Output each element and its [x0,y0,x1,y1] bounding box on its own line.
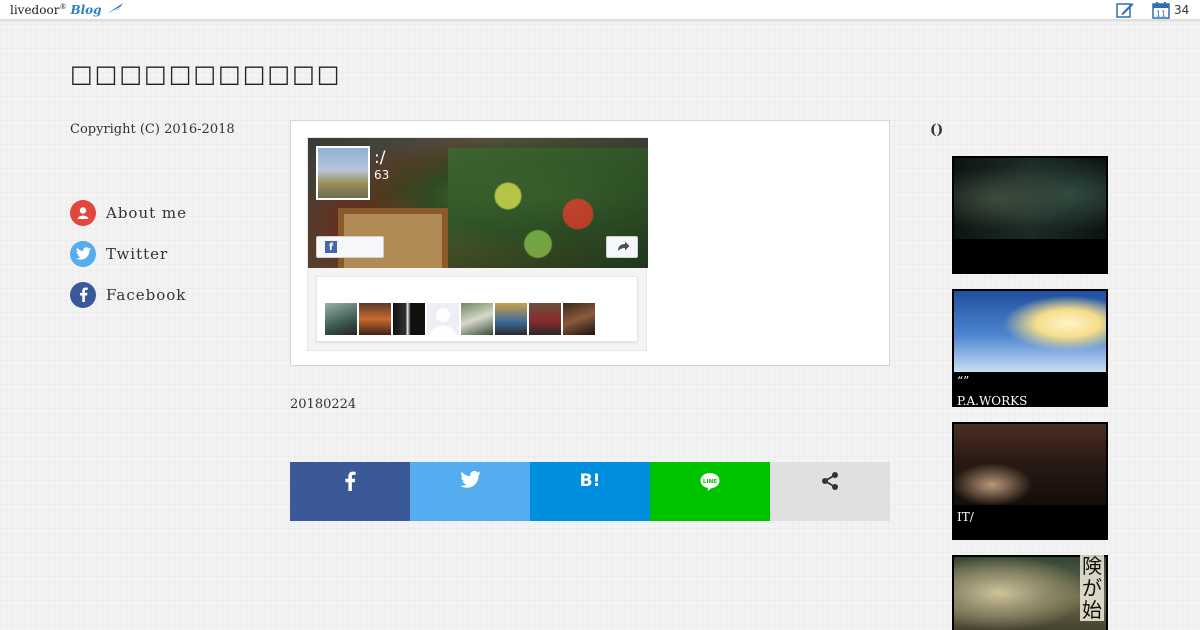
logo-suffix: Blog [70,3,102,17]
share-twitter-button[interactable] [410,462,530,521]
calendar-count: 34 [1174,3,1190,17]
livedoor-blog-logo[interactable]: livedoor® Blog [10,2,125,17]
person-icon [70,199,96,226]
edit-icon[interactable] [1116,2,1134,18]
article-caption-line2: P.A.WORKS [957,394,1028,407]
fan-avatar-default[interactable] [427,303,459,335]
facebook-link[interactable]: Facebook [70,281,187,308]
share-line-button[interactable]: LINE [650,462,770,521]
sidebar-article-1[interactable] [952,156,1108,274]
facebook-page-name[interactable]: :/ [374,148,385,168]
copyright-text: Copyright (C) 2016-2018 [70,122,235,137]
facebook-fans-faces [316,276,638,342]
facebook-like-button[interactable]: f [316,236,384,258]
facebook-like-count: 63 [374,168,390,182]
sidebar-article-2[interactable]: “” P.A.WORKS [952,289,1108,407]
top-bar: livedoor® Blog 11 34 [0,0,1200,20]
twitter-label: Twitter [106,244,169,263]
fan-avatar[interactable] [325,303,357,335]
share-more-button[interactable] [770,462,890,521]
article-thumbnail [954,291,1106,372]
facebook-page-avatar[interactable] [316,146,370,200]
profile-links: About me Twitter Facebook [70,199,187,322]
line-icon-text: LINE [703,479,717,485]
sidebar-heading: () [930,122,944,138]
share-facebook-button[interactable] [290,462,410,521]
facebook-label: Facebook [106,285,187,304]
twitter-bird-icon [459,471,481,488]
article-caption-line1: “” [957,374,970,388]
calendar-icon[interactable]: 11 [1152,1,1170,19]
sidebar-article-3[interactable]: IT/ [952,422,1108,540]
facebook-f-icon: f [325,241,337,253]
blog-title[interactable]: □□□□□□□□□□□ [70,60,341,88]
share-icon [822,472,838,490]
hatena-bookmark-icon: B! [579,471,601,491]
fan-avatar[interactable] [359,303,391,335]
fan-avatar[interactable] [529,303,561,335]
facebook-cover-photo[interactable]: :/ 63 f [308,138,648,268]
share-arrow-icon [618,241,630,251]
facebook-share-button[interactable] [606,236,638,258]
twitter-link[interactable]: Twitter [70,240,187,267]
about-me-label: About me [106,203,188,222]
sidebar-article-4[interactable]: 険が始 [952,555,1108,630]
fan-avatar[interactable] [495,303,527,335]
article-caption-line2: IT/ [957,510,974,524]
share-hatena-button[interactable]: B! [530,462,650,521]
twitter-icon [70,240,96,267]
line-icon: LINE [700,473,720,491]
about-me-link[interactable]: About me [70,199,187,226]
main-article-card: :/ 63 f [290,120,890,366]
fan-avatar[interactable] [461,303,493,335]
wing-icon [104,3,126,17]
fan-avatar[interactable] [393,303,425,335]
facebook-icon [70,281,96,308]
logo-text: livedoor [10,3,60,17]
post-date: 20180224 [290,397,357,412]
facebook-page-widget: :/ 63 f [307,137,648,351]
svg-text:11: 11 [1156,10,1166,19]
article-thumbnail [954,424,1106,505]
facebook-f-icon [345,471,356,491]
share-buttons: B! LINE [290,462,890,521]
thumbnail-kanji-text: 険が始 [1080,555,1104,622]
article-thumbnail [954,158,1106,239]
fan-avatar[interactable] [563,303,595,335]
